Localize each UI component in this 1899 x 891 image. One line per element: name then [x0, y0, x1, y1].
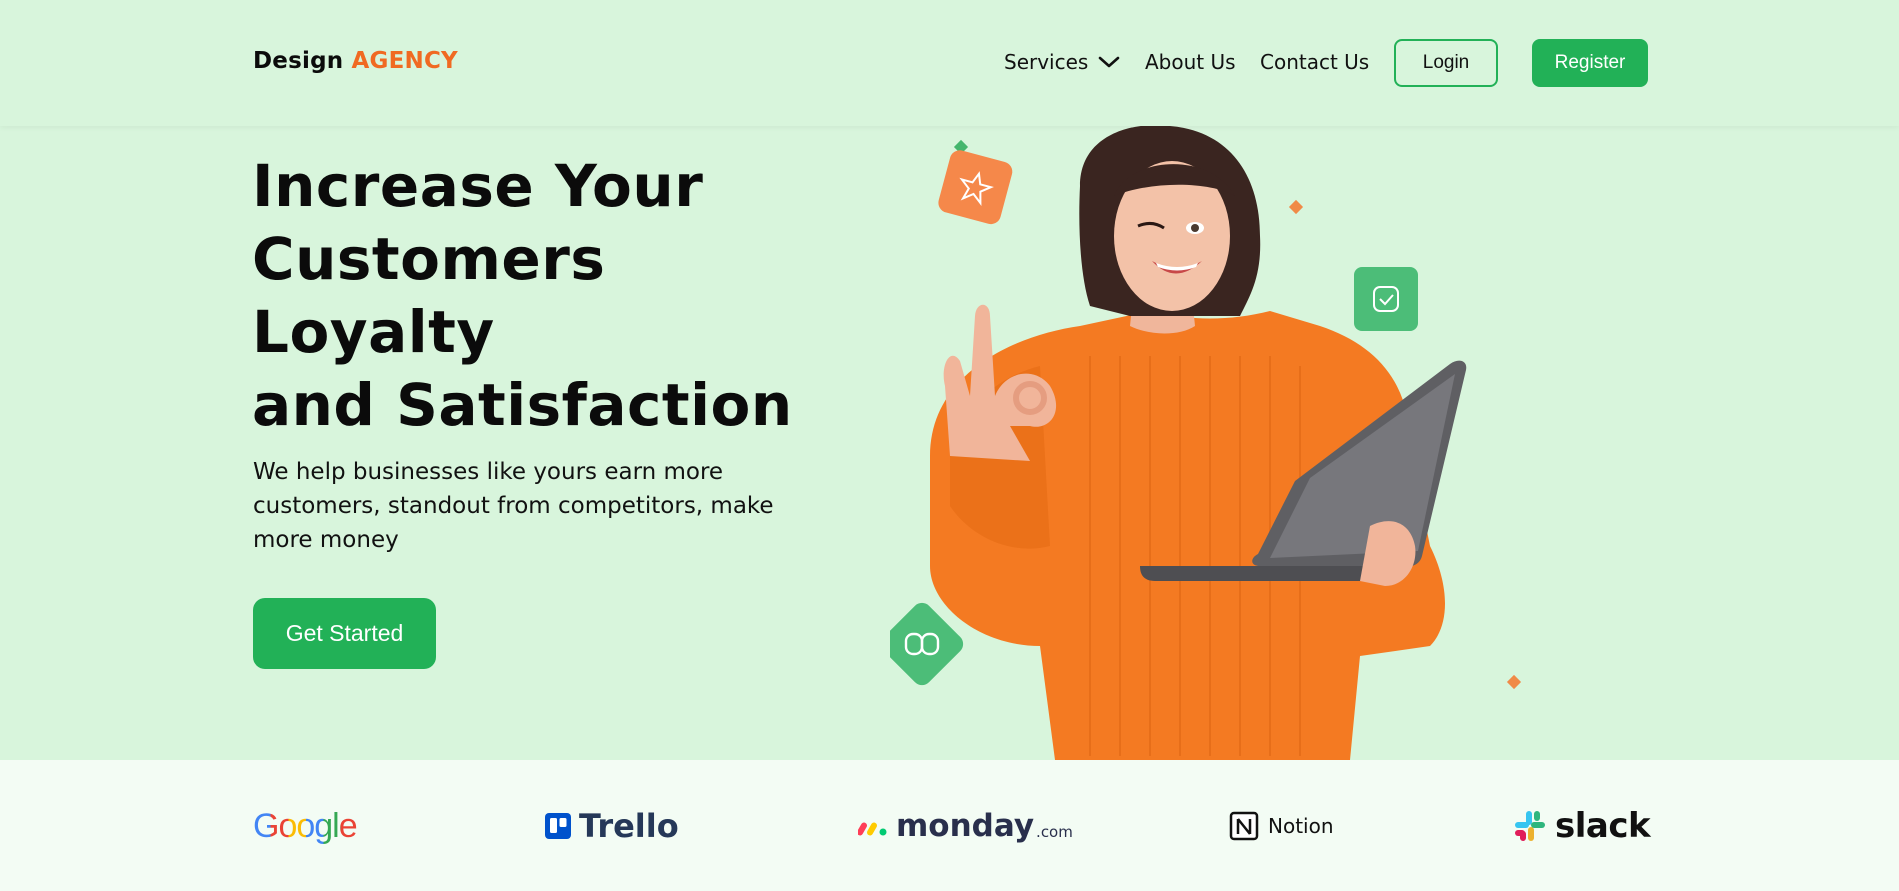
google-logo: Google [253, 804, 358, 848]
site-header: Design AGENCY Services About Us Contact … [0, 0, 1899, 126]
slack-logo: slack [1513, 804, 1651, 848]
nav-services[interactable]: Services [1004, 50, 1120, 74]
google-logo-text: Google [253, 806, 358, 845]
monday-logo-text: monday [896, 808, 1035, 844]
notion-icon [1229, 811, 1259, 841]
trello-logo-text: Trello [579, 807, 679, 845]
chevron-down-icon [1099, 56, 1120, 68]
nav-services-label: Services [1004, 50, 1089, 74]
check-badge [1354, 267, 1418, 331]
monday-logo: monday .com [858, 804, 1073, 848]
hero-title-line: Loyalty [252, 298, 495, 366]
hero-illustration [890, 126, 1670, 760]
nav-about-us[interactable]: About Us [1145, 50, 1236, 74]
get-started-button[interactable]: Get Started [253, 598, 436, 669]
hero-title-line: Increase Your [252, 152, 704, 220]
hero-subtitle: We help businesses like yours earn more … [253, 459, 774, 553]
hero-title-line: and Satisfaction [252, 371, 793, 439]
notion-logo-text: Notion [1268, 814, 1334, 838]
logo-main: Design [253, 48, 344, 74]
logo-accent: AGENCY [351, 48, 458, 74]
nav-contact-us[interactable]: Contact Us [1260, 50, 1369, 74]
woman-with-laptop-image [890, 126, 1522, 760]
slack-icon [1515, 811, 1545, 841]
trello-logo: Trello [545, 804, 679, 848]
monday-icon [858, 822, 887, 836]
trello-icon [545, 813, 571, 839]
decor-diamond [1506, 674, 1522, 690]
notion-logo: Notion [1228, 804, 1334, 848]
register-button[interactable]: Register [1532, 39, 1648, 87]
hero-title-line: Customers [252, 225, 606, 293]
star-badge [938, 150, 1013, 225]
slack-logo-text: slack [1555, 806, 1651, 846]
decor-diamond [1288, 199, 1304, 215]
monday-logo-tld: .com [1036, 823, 1073, 841]
hero-title: Increase Your Customers Loyalty and Sati… [252, 150, 793, 442]
login-button[interactable]: Login [1394, 39, 1498, 87]
brand-logo[interactable]: Design AGENCY [253, 48, 458, 74]
